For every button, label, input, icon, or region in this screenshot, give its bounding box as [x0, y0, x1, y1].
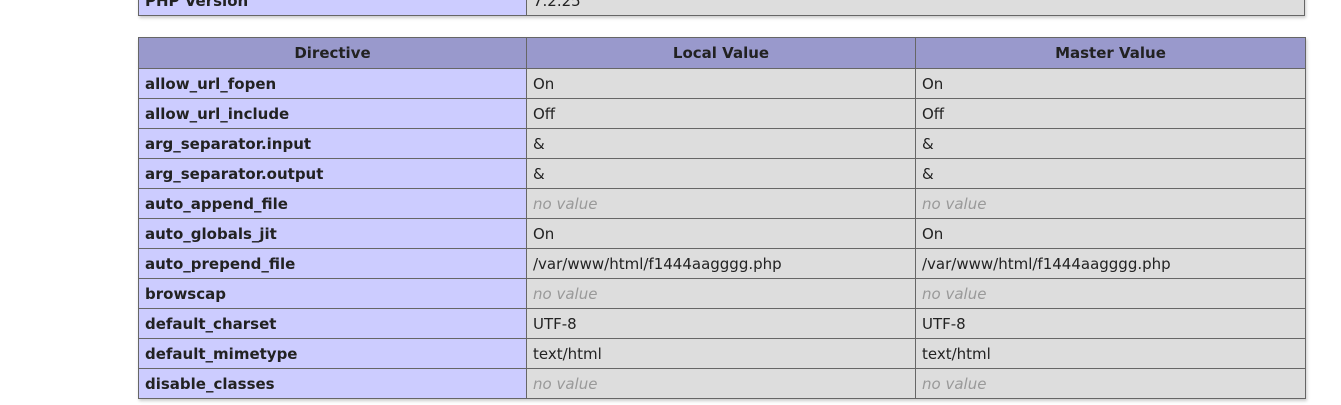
- local-value-cell: no value: [526, 278, 916, 309]
- directives-table: Directive Local Value Master Value allow…: [138, 37, 1306, 399]
- phpinfo-page: PHP Version 7.2.25 Directive Local Value…: [0, 0, 1341, 405]
- table-row: disable_classes no value no value: [138, 368, 1306, 399]
- local-value-cell: /var/www/html/f1444aagggg.php: [526, 248, 916, 279]
- local-value-cell: no value: [526, 368, 916, 399]
- local-value-cell: no value: [526, 188, 916, 219]
- no-value-text: no value: [533, 194, 598, 213]
- table-row: auto_prepend_file/var/www/html/f1444aagg…: [138, 248, 1306, 279]
- directive-name: auto_globals_jit: [138, 218, 527, 249]
- no-value-text: no value: [922, 374, 987, 393]
- master-value-cell: text/html: [915, 338, 1306, 369]
- local-value-cell: UTF-8: [526, 308, 916, 339]
- table-row: auto_append_file no value no value: [138, 188, 1306, 219]
- php-version-value: 7.2.25: [526, 0, 1305, 16]
- directive-name: allow_url_include: [138, 98, 527, 129]
- local-value-cell: On: [526, 218, 916, 249]
- master-value-cell: On: [915, 218, 1306, 249]
- local-value-cell: On: [526, 68, 916, 99]
- directive-name: browscap: [138, 278, 527, 309]
- directive-name: default_mimetype: [138, 338, 527, 369]
- table-row: arg_separator.output & &: [138, 158, 1306, 189]
- table-row: allow_url_fopen On On: [138, 68, 1306, 99]
- local-value-cell: &: [526, 128, 916, 159]
- master-value-cell: UTF-8: [915, 308, 1306, 339]
- directives-body: allow_url_fopen On On allow_url_include Off O…: [138, 68, 1306, 399]
- master-value-cell: /var/www/html/f1444aagggg.php: [915, 248, 1306, 279]
- no-value-text: no value: [922, 284, 987, 303]
- table-row: default_charset UTF-8 UTF-8: [138, 308, 1306, 339]
- directive-name: auto_prepend_file: [138, 248, 527, 279]
- header-master-value: Master Value: [915, 37, 1306, 69]
- local-value-cell: &: [526, 158, 916, 189]
- local-value-cell: Off: [526, 98, 916, 129]
- master-value-cell: no value: [915, 188, 1306, 219]
- table-row: browscap no value no value: [138, 278, 1306, 309]
- php-version-table: PHP Version 7.2.25: [138, 0, 1305, 16]
- no-value-text: no value: [533, 374, 598, 393]
- master-value-cell: Off: [915, 98, 1306, 129]
- table-row: arg_separator.input & &: [138, 128, 1306, 159]
- table-header-row: Directive Local Value Master Value: [138, 37, 1306, 69]
- table-row: auto_globals_jit On On: [138, 218, 1306, 249]
- master-value-cell: On: [915, 68, 1306, 99]
- header-directive: Directive: [138, 37, 527, 69]
- php-version-label: PHP Version: [138, 0, 527, 16]
- no-value-text: no value: [533, 284, 598, 303]
- no-value-text: no value: [922, 194, 987, 213]
- master-value-cell: &: [915, 128, 1306, 159]
- table-row: PHP Version 7.2.25: [138, 0, 1305, 16]
- master-value-cell: no value: [915, 278, 1306, 309]
- header-local-value: Local Value: [526, 37, 916, 69]
- directive-name: default_charset: [138, 308, 527, 339]
- directive-name: allow_url_fopen: [138, 68, 527, 99]
- directive-name: auto_append_file: [138, 188, 527, 219]
- master-value-cell: &: [915, 158, 1306, 189]
- master-value-cell: no value: [915, 368, 1306, 399]
- local-value-cell: text/html: [526, 338, 916, 369]
- table-row: default_mimetype text/html text/html: [138, 338, 1306, 369]
- directive-name: arg_separator.input: [138, 128, 527, 159]
- directive-name: disable_classes: [138, 368, 527, 399]
- table-row: allow_url_include Off Off: [138, 98, 1306, 129]
- directive-name: arg_separator.output: [138, 158, 527, 189]
